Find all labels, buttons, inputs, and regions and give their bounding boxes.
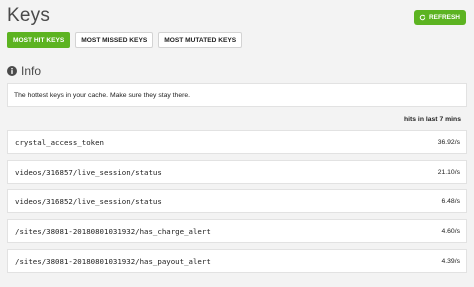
key-name: /sites/38081-20180801031932/has_charge_a… bbox=[15, 226, 211, 236]
info-heading: Info bbox=[7, 64, 41, 78]
key-hit-rate: 21.10/s bbox=[437, 168, 460, 176]
tab-most-mutated-keys[interactable]: MOST MUTATED KEYS bbox=[158, 32, 243, 48]
key-name: /sites/38081-20180801031932/has_payout_a… bbox=[15, 256, 211, 266]
refresh-icon bbox=[419, 14, 426, 21]
page-title: Keys bbox=[7, 5, 51, 26]
info-description: The hottest keys in your cache. Make sur… bbox=[7, 83, 467, 107]
key-hit-rate: 36.92/s bbox=[437, 138, 460, 146]
key-hit-rate: 6.48/s bbox=[441, 197, 460, 205]
refresh-label: REFRESH bbox=[428, 14, 460, 21]
key-row: /sites/38081-20180801031932/has_payout_a… bbox=[7, 249, 467, 273]
key-row: videos/316852/live_session/status 6.48/s bbox=[7, 189, 467, 213]
tab-bar: MOST HIT KEYS MOST MISSED KEYS MOST MUTA… bbox=[7, 32, 243, 48]
key-name: crystal_access_token bbox=[15, 137, 104, 147]
key-name: videos/316857/live_session/status bbox=[15, 167, 162, 177]
column-header-hits: hits in last 7 mins bbox=[403, 116, 461, 123]
key-row: /sites/38081-20180801031932/has_charge_a… bbox=[7, 219, 467, 243]
key-hit-rate: 4.60/s bbox=[441, 227, 460, 235]
refresh-button[interactable]: REFRESH bbox=[413, 10, 466, 25]
key-name: videos/316852/live_session/status bbox=[15, 196, 162, 206]
info-icon bbox=[7, 66, 17, 76]
key-row: crystal_access_token 36.92/s bbox=[7, 130, 467, 154]
key-row: videos/316857/live_session/status 21.10/… bbox=[7, 160, 467, 184]
tab-most-missed-keys[interactable]: MOST MISSED KEYS bbox=[75, 32, 154, 48]
key-hit-rate: 4.39/s bbox=[441, 257, 460, 265]
info-heading-label: Info bbox=[21, 64, 42, 78]
tab-most-hit-keys[interactable]: MOST HIT KEYS bbox=[7, 32, 71, 48]
